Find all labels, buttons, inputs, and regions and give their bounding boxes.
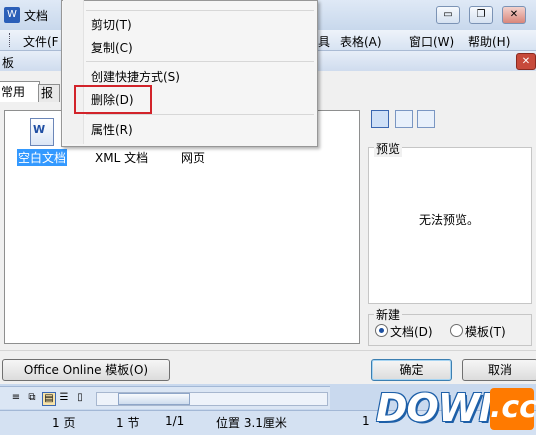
preview-legend: 预览 bbox=[374, 140, 403, 157]
print-layout-view-icon[interactable]: ▤ bbox=[42, 392, 56, 406]
normal-view-icon[interactable]: ≡ bbox=[10, 392, 22, 404]
menu-item-cut[interactable]: 剪切(T) bbox=[91, 16, 132, 33]
menu-window[interactable]: 窗口(W) bbox=[409, 33, 454, 50]
toolbar-grip bbox=[9, 33, 13, 47]
dialog-close-button[interactable]: ✕ bbox=[516, 53, 536, 70]
restore-button[interactable]: ❐ bbox=[469, 6, 493, 24]
status-position: 位置 3.1厘米 bbox=[216, 416, 287, 430]
status-line: 1 bbox=[362, 414, 370, 428]
horizontal-scroll-thumb[interactable] bbox=[118, 393, 190, 405]
office-online-templates-button[interactable]: Office Online 模板(O) bbox=[2, 359, 170, 381]
create-new-legend: 新建 bbox=[374, 306, 403, 323]
minimize-button[interactable]: ▭ bbox=[436, 6, 460, 24]
status-section: 1 节 bbox=[116, 416, 140, 430]
details-view-icon[interactable] bbox=[417, 110, 435, 128]
preview-unavailable-text: 无法预览。 bbox=[418, 213, 479, 227]
cancel-button[interactable]: 取消 bbox=[462, 359, 536, 381]
context-menu-separator bbox=[86, 114, 314, 115]
dialog-divider bbox=[0, 350, 536, 351]
menu-item-properties[interactable]: 属性(R) bbox=[91, 121, 133, 138]
word-letter: W bbox=[33, 123, 46, 136]
large-icons-view-icon[interactable] bbox=[371, 110, 389, 128]
radio-document-label[interactable]: 文档(D) bbox=[390, 323, 433, 340]
context-menu-gutter bbox=[63, 0, 84, 144]
window-title: 文档 bbox=[24, 9, 49, 23]
outline-view-icon[interactable]: ☰ bbox=[58, 392, 70, 404]
watermark-suffix: .cc bbox=[490, 388, 536, 430]
radio-document[interactable] bbox=[375, 324, 388, 337]
reading-view-icon[interactable]: ▯ bbox=[74, 392, 86, 404]
menu-file[interactable]: 文件(F bbox=[23, 33, 59, 50]
context-menu-separator bbox=[86, 10, 314, 11]
menu-help[interactable]: 帮助(H) bbox=[468, 33, 510, 50]
radio-template-label[interactable]: 模板(T) bbox=[465, 323, 506, 340]
web-layout-view-icon[interactable]: ⧉ bbox=[26, 392, 38, 404]
close-button[interactable]: ✕ bbox=[502, 6, 526, 24]
word-app-icon: W bbox=[4, 7, 20, 23]
template-blank-document[interactable]: 空白文档 bbox=[17, 149, 68, 166]
tab-general[interactable]: 常用 bbox=[0, 81, 40, 102]
template-web-page[interactable]: 网页 bbox=[181, 149, 205, 166]
template-xml-document[interactable]: XML 文档 bbox=[95, 149, 148, 166]
tab-reports[interactable]: 报 bbox=[38, 84, 60, 102]
list-view-icon[interactable] bbox=[395, 110, 413, 128]
menu-item-copy[interactable]: 复制(C) bbox=[91, 39, 133, 56]
radio-template[interactable] bbox=[450, 324, 463, 337]
menu-table[interactable]: 表格(A) bbox=[340, 33, 382, 50]
ok-button[interactable]: 确定 bbox=[371, 359, 452, 381]
menu-item-create-shortcut[interactable]: 创建快捷方式(S) bbox=[91, 68, 180, 85]
blank-document-icon[interactable]: W bbox=[30, 118, 54, 146]
status-page: 1 页 bbox=[52, 416, 76, 430]
menu-tools[interactable]: 具 bbox=[318, 33, 330, 50]
dialog-title: 板 bbox=[2, 56, 15, 70]
delete-highlight-box bbox=[74, 85, 152, 114]
status-page-of: 1/1 bbox=[165, 414, 185, 428]
context-menu-separator bbox=[86, 61, 314, 62]
